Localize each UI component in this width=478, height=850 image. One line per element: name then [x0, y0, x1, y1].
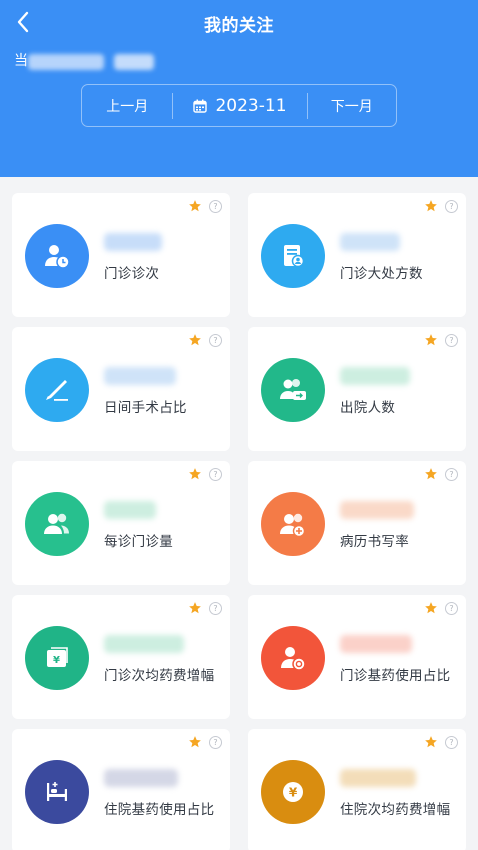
- user-info-prefix: 当: [14, 53, 28, 69]
- redacted-value: [340, 769, 416, 787]
- current-month-label: 2023-11: [215, 95, 287, 116]
- metric-label: 日间手术占比: [104, 400, 187, 416]
- metric-card[interactable]: ? 门诊大处方数: [248, 193, 466, 317]
- metric-icon-circle: ¥: [261, 760, 325, 824]
- metric-label: 住院基药使用占比: [104, 802, 215, 818]
- help-icon[interactable]: ?: [209, 200, 222, 213]
- star-icon[interactable]: [188, 199, 202, 213]
- metric-label: 门诊基药使用占比: [340, 668, 451, 684]
- person-coin-icon: [281, 647, 306, 671]
- metric-label: 每诊门诊量: [104, 534, 173, 550]
- help-icon[interactable]: ?: [209, 468, 222, 481]
- metric-card[interactable]: ? 病历书写率: [248, 461, 466, 585]
- help-icon[interactable]: ?: [209, 736, 222, 749]
- metric-card[interactable]: ? 门诊诊次: [12, 193, 230, 317]
- metric-card[interactable]: ? ¥ 住院次均药费增幅: [248, 729, 466, 850]
- redacted-value: [104, 501, 156, 519]
- star-icon[interactable]: [188, 601, 202, 615]
- metrics-grid: ? 门诊诊次 ? 门诊大处方数 ? 日间手术占比 ? 出院人数 ? 每诊门诊量 …: [12, 193, 466, 850]
- help-icon[interactable]: ?: [445, 602, 458, 615]
- metric-label: 病历书写率: [340, 534, 409, 550]
- metric-label: 门诊大处方数: [340, 266, 423, 282]
- redacted-value: [104, 367, 176, 385]
- user-info-line: 当: [14, 52, 154, 70]
- metric-card[interactable]: ? 门诊基药使用占比: [248, 595, 466, 719]
- metric-label: 住院次均药费增幅: [340, 802, 451, 818]
- star-icon[interactable]: [424, 199, 438, 213]
- yuan-card-icon: ¥: [47, 647, 68, 667]
- metric-card[interactable]: ? 住院基药使用占比: [12, 729, 230, 850]
- svg-text:¥: ¥: [53, 655, 60, 666]
- redacted-value: [340, 635, 412, 653]
- help-icon[interactable]: ?: [209, 602, 222, 615]
- current-month-picker[interactable]: 2023-11: [173, 85, 306, 126]
- metric-icon-circle: [25, 760, 89, 824]
- metric-card[interactable]: ? ¥ 门诊次均药费增幅: [12, 595, 230, 719]
- metric-label: 出院人数: [340, 400, 396, 416]
- prev-month-button[interactable]: 上一月: [82, 85, 172, 126]
- person-clock-icon: [45, 245, 70, 269]
- page-title: 我的关注: [204, 16, 274, 36]
- metric-card[interactable]: ? 每诊门诊量: [12, 461, 230, 585]
- medical-people-icon: [280, 513, 306, 538]
- help-icon[interactable]: ?: [445, 736, 458, 749]
- redacted-text: [28, 54, 104, 70]
- next-month-button[interactable]: 下一月: [308, 85, 396, 126]
- prescription-icon: [284, 245, 305, 268]
- people-icon: [44, 513, 69, 534]
- star-icon[interactable]: [188, 333, 202, 347]
- redacted-value: [104, 635, 184, 653]
- hospital-bed-icon: [47, 782, 67, 801]
- calendar-icon: [193, 99, 208, 113]
- help-icon[interactable]: ?: [445, 468, 458, 481]
- people-exit-icon: [280, 379, 306, 400]
- metric-icon-circle: [261, 626, 325, 690]
- yuan-coin-icon: ¥: [283, 782, 303, 802]
- help-icon[interactable]: ?: [445, 200, 458, 213]
- redacted-value: [340, 501, 414, 519]
- metric-icon-circle: [25, 224, 89, 288]
- month-selector: 上一月 2023-11 下一月: [81, 84, 397, 127]
- star-icon[interactable]: [424, 333, 438, 347]
- metric-card[interactable]: ? 出院人数: [248, 327, 466, 451]
- star-icon[interactable]: [188, 467, 202, 481]
- star-icon[interactable]: [424, 735, 438, 749]
- metric-icon-circle: [261, 358, 325, 422]
- star-icon[interactable]: [424, 601, 438, 615]
- help-icon[interactable]: ?: [209, 334, 222, 347]
- redacted-value: [340, 233, 400, 251]
- redacted-text: [114, 54, 154, 70]
- metric-icon-circle: ¥: [25, 626, 89, 690]
- redacted-value: [340, 367, 410, 385]
- redacted-value: [104, 233, 162, 251]
- redacted-value: [104, 769, 178, 787]
- metric-icon-circle: [25, 492, 89, 556]
- metric-label: 门诊诊次: [104, 266, 160, 282]
- star-icon[interactable]: [424, 467, 438, 481]
- help-icon[interactable]: ?: [445, 334, 458, 347]
- metric-icon-circle: [261, 492, 325, 556]
- header-bar: 我的关注 当 上一月 2023-11 下一月: [0, 0, 478, 177]
- star-icon[interactable]: [188, 735, 202, 749]
- svg-text:¥: ¥: [289, 786, 298, 800]
- metric-icon-circle: [25, 358, 89, 422]
- metric-card[interactable]: ? 日间手术占比: [12, 327, 230, 451]
- scalpel-icon: [46, 380, 68, 401]
- metric-label: 门诊次均药费增幅: [104, 668, 215, 684]
- metric-icon-circle: [261, 224, 325, 288]
